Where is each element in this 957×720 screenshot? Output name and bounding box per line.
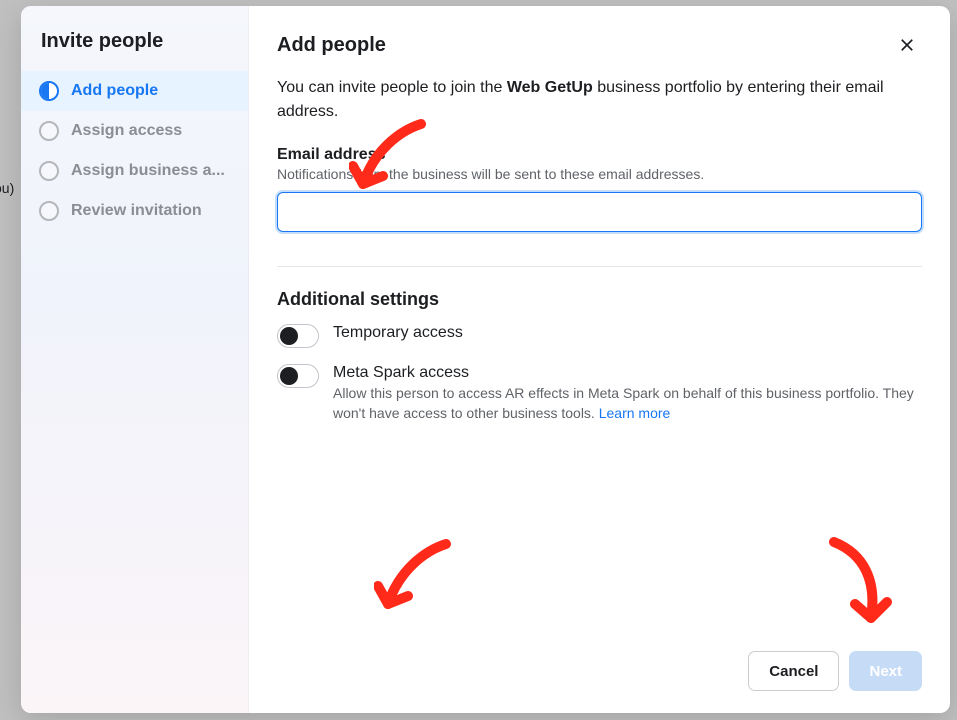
email-input[interactable] [277,192,922,232]
meta-spark-toggle[interactable] [277,364,319,388]
step-label: Assign access [71,122,182,140]
step-label: Add people [71,82,158,100]
toggle-text: Temporary access [333,324,922,342]
step-progress-icon [39,81,59,101]
toggle-knob-icon [280,327,298,345]
temporary-access-row: Temporary access [277,324,922,348]
next-button[interactable]: Next [849,651,922,691]
section-divider [277,266,922,267]
wizard-steps: Add people Assign access Assign business… [21,71,248,231]
close-icon [898,36,916,54]
toggle-knob-icon [280,367,298,385]
email-label: Email address [277,146,922,164]
meta-spark-description: Allow this person to access AR effects i… [333,384,922,423]
meta-spark-row: Meta Spark access Allow this person to a… [277,364,922,423]
intro-text: You can invite people to join the Web Ge… [277,76,922,124]
wizard-sidebar: Invite people Add people Assign access A… [21,6,249,713]
cancel-button[interactable]: Cancel [748,651,839,691]
step-empty-icon [39,121,59,141]
additional-settings-heading: Additional settings [277,289,922,310]
step-assign-business[interactable]: Assign business a... [21,151,248,191]
temporary-access-toggle[interactable] [277,324,319,348]
main-header: Add people [277,30,922,60]
close-button[interactable] [892,30,922,60]
email-hint: Notifications from the business will be … [277,166,922,182]
step-label: Review invitation [71,202,202,220]
step-label: Assign business a... [71,162,225,180]
footer-actions: Cancel Next [277,651,922,691]
page-title: Add people [277,34,386,57]
annotation-arrow-icon [819,536,899,636]
step-add-people[interactable]: Add people [21,71,248,111]
meta-spark-label: Meta Spark access [333,364,922,382]
step-assign-access[interactable]: Assign access [21,111,248,151]
invite-people-modal: Invite people Add people Assign access A… [21,6,950,713]
annotation-arrow-icon [374,536,464,626]
sidebar-title: Invite people [21,30,248,71]
learn-more-link[interactable]: Learn more [599,405,671,421]
backdrop-fragment: ou) [0,180,14,196]
temporary-access-label: Temporary access [333,324,922,342]
main-panel: Add people You can invite people to join… [249,6,950,713]
step-empty-icon [39,161,59,181]
step-empty-icon [39,201,59,221]
step-review-invitation[interactable]: Review invitation [21,191,248,231]
toggle-text: Meta Spark access Allow this person to a… [333,364,922,423]
intro-business-name: Web GetUp [507,79,593,96]
email-field-group: Email address Notifications from the bus… [277,146,922,232]
intro-prefix: You can invite people to join the [277,79,507,96]
